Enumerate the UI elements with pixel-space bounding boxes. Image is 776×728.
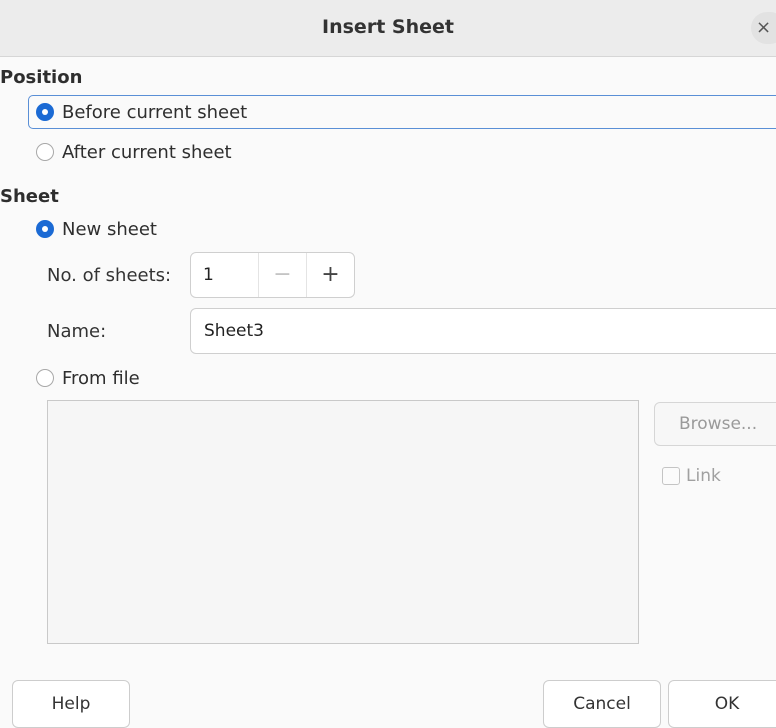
name-label: Name: [47,321,107,342]
help-button[interactable]: Help [12,680,130,728]
plus-icon: + [321,262,340,287]
close-icon: × [756,17,772,38]
radio-indicator-checked[interactable] [36,220,54,238]
radio-label: New sheet [62,218,157,240]
close-button[interactable]: × [751,12,776,44]
sheet-heading: Sheet [0,186,59,207]
sheet-name-input[interactable]: Sheet3 [190,308,776,354]
no-of-sheets-spinner[interactable]: 1 − + [190,252,355,298]
dialog-titlebar: Insert Sheet × [0,0,776,57]
radio-before-current-sheet[interactable]: Before current sheet [36,96,247,128]
minus-icon: − [273,262,292,287]
radio-label: From file [62,367,140,389]
link-checkbox-row[interactable]: Link [662,466,721,486]
radio-indicator[interactable] [36,143,54,161]
cancel-button[interactable]: Cancel [543,680,661,728]
radio-label: Before current sheet [62,101,248,123]
dialog-title: Insert Sheet [322,16,454,38]
ok-button[interactable]: OK [668,680,776,728]
link-checkbox[interactable] [662,467,680,485]
file-list-box[interactable] [47,400,639,644]
radio-after-current-sheet[interactable]: After current sheet [36,136,232,168]
decrement-button[interactable]: − [257,253,306,297]
radio-indicator-checked[interactable] [36,103,54,121]
radio-indicator[interactable] [36,369,54,387]
increment-button[interactable]: + [305,253,354,297]
radio-new-sheet[interactable]: New sheet [36,213,157,245]
browse-button[interactable]: Browse... [654,402,776,446]
radio-label: After current sheet [62,141,232,163]
no-of-sheets-input[interactable]: 1 [191,253,258,297]
radio-from-file[interactable]: From file [36,362,140,394]
link-label: Link [686,466,721,486]
position-heading: Position [0,67,83,88]
no-of-sheets-label: No. of sheets: [47,265,172,286]
